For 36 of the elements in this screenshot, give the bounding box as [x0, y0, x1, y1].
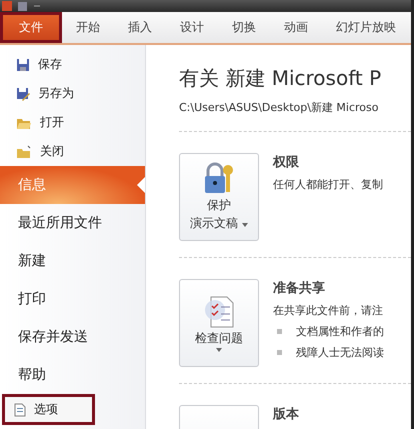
checklist-document-icon	[203, 294, 235, 328]
ribbon-tab[interactable]: 设计	[166, 12, 218, 43]
ribbon-tab[interactable]: 动画	[270, 12, 322, 43]
menu-item[interactable]: 选项	[2, 394, 95, 425]
bullet-text: 文档属性和作者的	[296, 324, 384, 339]
ribbon-tab[interactable]: 开始	[62, 12, 114, 43]
menu-item[interactable]: 打印	[0, 280, 145, 318]
menu-item[interactable]: 新建	[0, 242, 145, 280]
menu-item[interactable]: 关闭	[0, 137, 145, 166]
bullet-icon	[277, 329, 282, 334]
bullet-text: 残障人士无法阅读	[296, 345, 384, 360]
menu-item[interactable]: 最近所用文件	[0, 204, 145, 242]
ribbon-tab[interactable]: 切换	[218, 12, 270, 43]
section-heading: 版本	[273, 406, 299, 423]
floppy-disk-pencil-icon	[16, 86, 30, 100]
app-logo-icon	[2, 1, 12, 11]
folder-icon	[16, 144, 32, 158]
document-icon	[14, 402, 26, 416]
action-button[interactable]: 检查问题	[179, 279, 259, 367]
menu-item[interactable]: 保存并发送	[0, 318, 145, 356]
ribbon-tab[interactable]: 文件	[0, 12, 62, 43]
action-button[interactable]: 保护 演示文稿	[179, 153, 259, 241]
ribbon-tab[interactable]: 幻灯片放映	[322, 12, 410, 43]
section-description: 在共享此文件前，请注	[273, 303, 384, 318]
menu-item[interactable]: 帮助	[0, 356, 145, 394]
section-heading: 准备共享	[273, 280, 326, 297]
menu-item[interactable]: 保存	[0, 50, 145, 79]
bullet-icon	[277, 350, 282, 355]
padlock-key-icon	[202, 162, 236, 196]
section-description: 任何人都能打开、复制	[273, 177, 383, 192]
ribbon-tab[interactable]: 插入	[114, 12, 166, 43]
info-title: 有关 新建 Microsoft P	[179, 65, 382, 92]
menu-item[interactable]: 打开	[0, 108, 145, 137]
menu-item[interactable]: 另存为	[0, 79, 145, 108]
section-heading: 权限	[273, 154, 300, 171]
file-path: C:\Users\ASUS\Desktop\新建 Microso	[179, 100, 380, 115]
